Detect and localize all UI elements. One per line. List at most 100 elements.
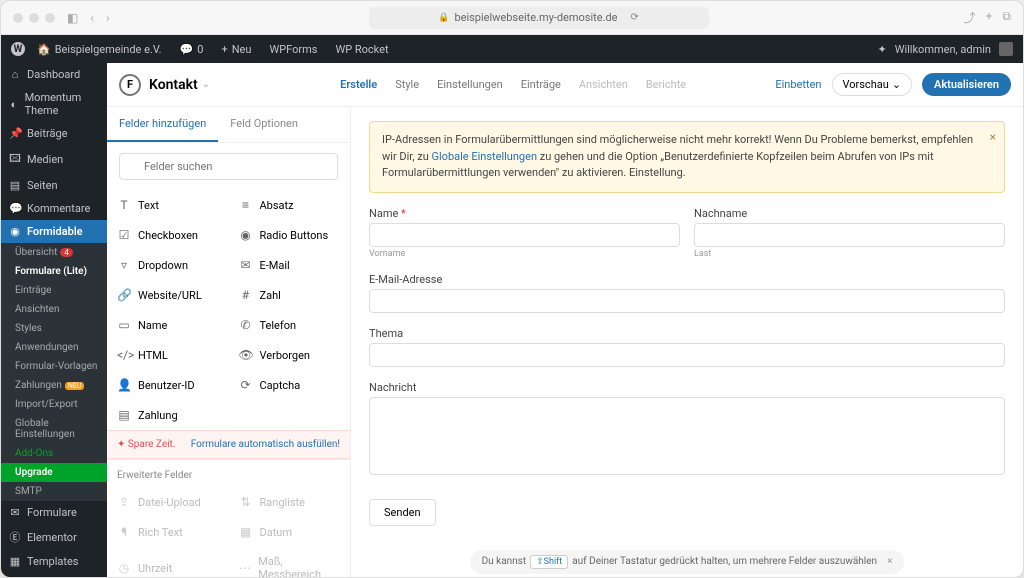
submenu-import[interactable]: Import/Export (1, 395, 107, 414)
menu-comments[interactable]: 💬Kommentare (1, 197, 107, 220)
field-checkboxes[interactable]: ☑Checkboxen (107, 220, 229, 250)
url-bar[interactable]: 🔒 beispielwebseite.my-demosite.de ⟳ (369, 7, 709, 29)
avatar[interactable] (999, 42, 1013, 56)
field-html[interactable]: </>HTML (107, 340, 229, 370)
firstname-input[interactable] (369, 223, 680, 247)
refresh-icon[interactable]: ⟳ (631, 12, 639, 23)
field-time[interactable]: ◷Uhrzeit (107, 547, 229, 577)
field-number[interactable]: #Zahl (229, 280, 351, 310)
tab-reports[interactable]: Berichte (646, 78, 686, 91)
field-file[interactable]: ⇪Datei-Upload (107, 487, 229, 517)
message-textarea[interactable] (369, 397, 1005, 475)
global-settings-link[interactable]: Globale Einstellungen (432, 150, 538, 163)
submenu-smtp[interactable]: SMTP (1, 482, 107, 501)
new-content-link[interactable]: + Neu (215, 43, 257, 56)
field-radio[interactable]: ◉Radio Buttons (229, 220, 351, 250)
menu-pages[interactable]: ▤Seiten (1, 174, 107, 197)
lastname-field[interactable]: Nachname Last (694, 207, 1005, 259)
menu-media[interactable]: 🖾Medien (1, 145, 107, 174)
submit-button[interactable]: Senden (369, 499, 436, 526)
close-icon[interactable]: × (887, 556, 892, 567)
menu-elementor-templates[interactable]: ▦Templates (1, 550, 107, 573)
field-email[interactable]: ✉E-Mail (229, 250, 351, 280)
submenu-overview[interactable]: Übersicht4 (1, 243, 107, 262)
submenu-payments[interactable]: ZahlungenNEU (1, 376, 107, 395)
traffic-lights[interactable] (13, 13, 55, 23)
field-date[interactable]: ▦Datum (229, 517, 351, 547)
wprocket-link[interactable]: WP Rocket (329, 43, 394, 56)
tab-views[interactable]: Ansichten (579, 78, 628, 91)
submenu-upgrade[interactable]: Upgrade (1, 463, 107, 482)
submenu-entries[interactable]: Einträge (1, 281, 107, 300)
submenu-templates[interactable]: Formular-Vorlagen (1, 357, 107, 376)
comments-link[interactable]: 💬 0 (174, 43, 210, 56)
field-payment[interactable]: ▤Zahlung (107, 400, 229, 430)
field-panel: Felder hinzufügen Feld Optionen TText ≡A… (107, 107, 351, 577)
submenu-addons[interactable]: Add-Ons (1, 444, 107, 463)
site-name-link[interactable]: 🏠 Beispielgemeinde e.V. (31, 43, 168, 56)
tab-field-options[interactable]: Feld Optionen (218, 107, 310, 142)
field-url[interactable]: 🔗Website/URL (107, 280, 229, 310)
name-label: Name * (369, 207, 680, 220)
tab-entries[interactable]: Einträge (521, 78, 561, 91)
email-input[interactable] (369, 289, 1005, 313)
submenu-global[interactable]: Globale Einstellungen (1, 414, 107, 444)
menu-wpforms[interactable]: ▣WPForms (1, 573, 107, 577)
email-field[interactable]: E-Mail-Adresse (369, 273, 1005, 313)
subject-field[interactable]: Thema (369, 327, 1005, 367)
chevron-down-icon[interactable]: ⌄ (202, 79, 210, 90)
wordpress-logo-icon[interactable]: W (11, 42, 25, 56)
fields-grid: TText ≡Absatz ☑Checkboxen ◉Radio Buttons… (107, 190, 350, 577)
lastname-sublabel: Last (694, 249, 1005, 259)
field-name[interactable]: ▭Name (107, 310, 229, 340)
field-richtext[interactable]: ¶Rich Text (107, 517, 229, 547)
close-icon[interactable]: × (990, 128, 996, 146)
form-title[interactable]: Kontakt (149, 77, 198, 93)
update-button[interactable]: Aktualisieren (922, 73, 1011, 96)
formidable-submenu: Übersicht4 Formulare (Lite) Einträge Ans… (1, 243, 107, 501)
field-text[interactable]: TText (107, 190, 229, 220)
submenu-styles[interactable]: Styles (1, 319, 107, 338)
formidable-logo-icon: F (119, 74, 141, 96)
browser-actions[interactable]: ⤴+⧉ (964, 9, 1011, 26)
menu-forms2[interactable]: ✉Formulare (1, 501, 107, 524)
settings-icon[interactable]: ✦ (877, 43, 886, 56)
field-captcha[interactable]: ⟳Captcha (229, 370, 351, 400)
menu-formidable[interactable]: ◉Formidable (1, 220, 107, 243)
nav-arrows[interactable]: ◧‹› (63, 9, 114, 27)
field-ranking[interactable]: ⇅Rangliste (229, 487, 351, 517)
ip-notice: IP-Adressen in Formularübermittlungen si… (369, 121, 1005, 193)
search-fields-input[interactable] (119, 153, 338, 180)
welcome-user[interactable]: Willkommen, admin (895, 43, 991, 56)
tab-settings[interactable]: Einstellungen (437, 78, 503, 91)
tab-add-fields[interactable]: Felder hinzufügen (107, 107, 218, 142)
wpforms-link[interactable]: WPForms (263, 43, 323, 56)
submenu-views[interactable]: Ansichten (1, 300, 107, 319)
preview-button[interactable]: Vorschau⌄ (832, 73, 913, 96)
message-field[interactable]: Nachricht (369, 381, 1005, 475)
field-dropdown[interactable]: ▿Dropdown (107, 250, 229, 280)
menu-elementor[interactable]: ⒺElementor (1, 524, 107, 550)
submenu-applications[interactable]: Anwendungen (1, 338, 107, 357)
menu-momentum[interactable]: ◐Momentum Theme (1, 86, 107, 122)
tab-style[interactable]: Style (395, 78, 419, 91)
field-scale[interactable]: ⋯Maß, Messbereich (229, 547, 351, 577)
email-label: E-Mail-Adresse (369, 273, 1005, 286)
field-hidden[interactable]: 👁Verborgen (229, 340, 351, 370)
url-text: beispielwebseite.my-demosite.de (454, 11, 617, 24)
menu-posts[interactable]: 📌Beiträge (1, 122, 107, 145)
submenu-forms[interactable]: Formulare (Lite) (1, 262, 107, 281)
promo-banner[interactable]: ✦ Spare Zeit. Formulare automatisch ausf… (107, 430, 350, 459)
field-paragraph[interactable]: ≡Absatz (229, 190, 351, 220)
field-panel-tabs: Felder hinzufügen Feld Optionen (107, 107, 350, 143)
builder-tabs: Erstelle Style Einstellungen Einträge An… (340, 78, 686, 91)
subject-input[interactable] (369, 343, 1005, 367)
name-field[interactable]: Name * Vorname (369, 207, 680, 259)
field-userid[interactable]: 👤Benutzer-ID (107, 370, 229, 400)
firstname-sublabel: Vorname (369, 249, 680, 259)
lastname-input[interactable] (694, 223, 1005, 247)
tab-build[interactable]: Erstelle (340, 78, 377, 91)
field-phone[interactable]: ✆Telefon (229, 310, 351, 340)
menu-dashboard[interactable]: ⌂Dashboard (1, 63, 107, 86)
embed-button[interactable]: Einbetten (775, 78, 821, 91)
